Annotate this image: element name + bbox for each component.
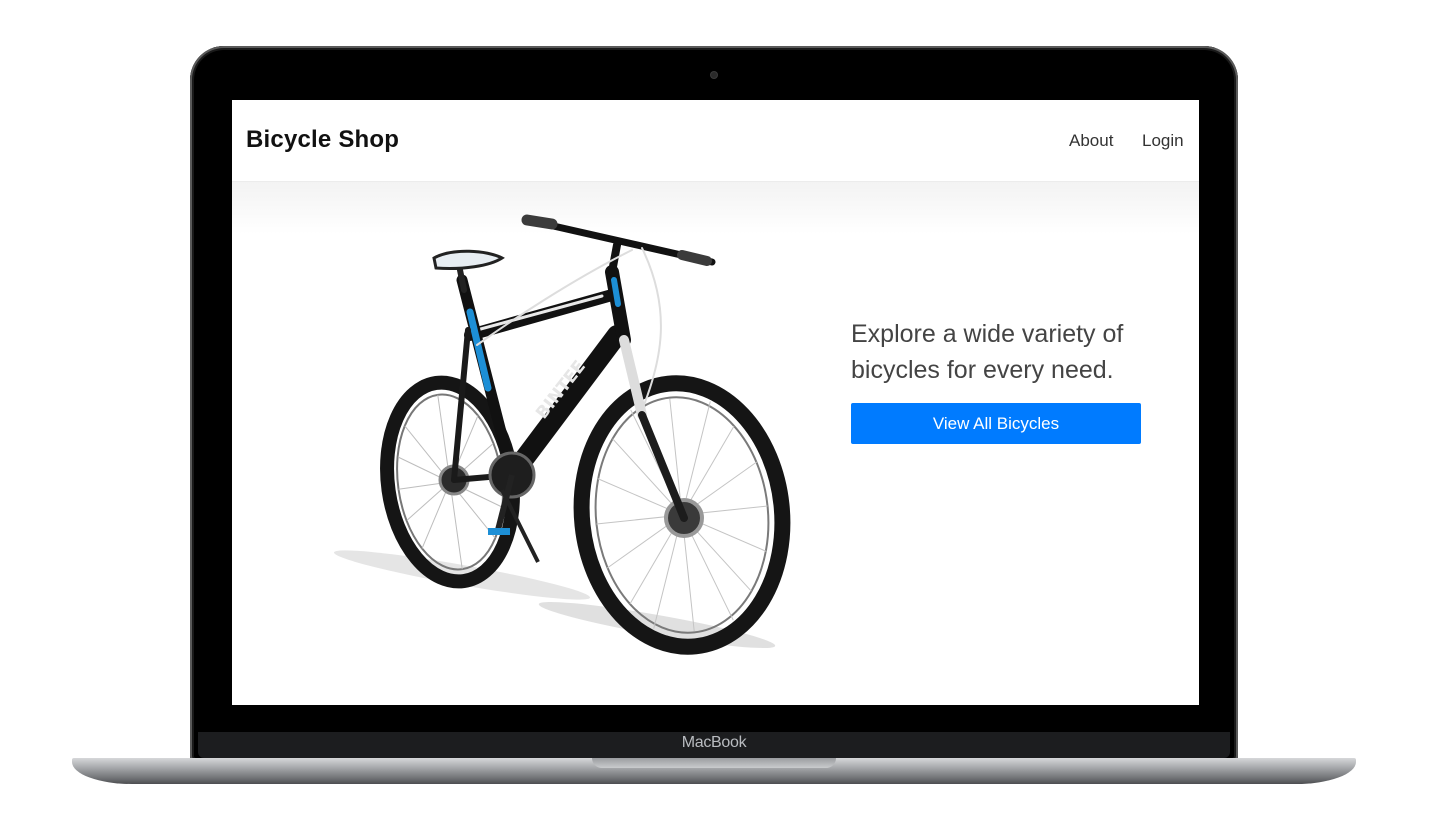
page: MacBook Bicycle Shop About Login BINTEE … — [0, 0, 1439, 820]
bicycle-image: BINTEE — [312, 200, 792, 660]
webcam-icon — [711, 72, 717, 78]
hero-section: BINTEE Explore a wide variety of bicycle… — [232, 182, 1199, 705]
nav-link-login[interactable]: Login — [1142, 131, 1184, 151]
browser-viewport: Bicycle Shop About Login BINTEE Explore … — [232, 100, 1199, 705]
hero-headline: Explore a wide variety of bicycles for e… — [851, 320, 1124, 384]
site-logo[interactable]: Bicycle Shop — [246, 126, 399, 154]
nav-link-about[interactable]: About — [1069, 131, 1113, 151]
bicycle-illustration: BINTEE — [333, 214, 791, 655]
view-all-bicycles-button[interactable]: View All Bicycles — [851, 403, 1141, 444]
laptop-notch — [592, 758, 836, 768]
device-brand-label: MacBook — [681, 734, 747, 751]
navbar: Bicycle Shop About Login — [232, 100, 1199, 182]
